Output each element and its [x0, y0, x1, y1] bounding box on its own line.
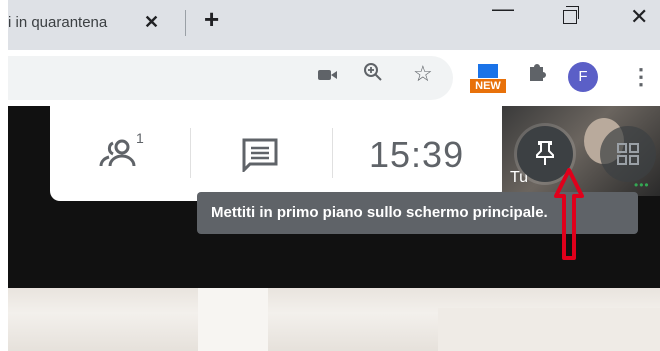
bookmark-star-icon[interactable]: ☆ [413, 61, 433, 87]
address-bar[interactable] [8, 56, 453, 100]
puzzle-icon[interactable] [526, 61, 548, 89]
meeting-info-panel: 1 15:39 [50, 106, 502, 201]
chat-icon[interactable] [242, 138, 278, 172]
new-tab-button[interactable]: + [204, 4, 219, 35]
panel-separator [190, 128, 191, 178]
zoom-in-icon[interactable] [363, 62, 383, 88]
window-close-button[interactable]: ✕ [630, 4, 648, 30]
meeting-clock: 15:39 [369, 134, 465, 175]
profile-avatar[interactable]: F [568, 62, 598, 92]
photo-highlight [198, 288, 268, 351]
browser-toolbar: ☆ NEW F ⋮ [8, 50, 660, 107]
restore-button[interactable] [563, 6, 579, 24]
background-photo [8, 288, 660, 351]
browser-tabstrip: i in quarantena ✕ + — ✕ [8, 0, 660, 50]
photo-shelf [438, 308, 660, 351]
browser-tab[interactable]: i in quarantena ✕ [8, 6, 178, 50]
pin-tooltip-text: Mettiti in primo piano sullo schermo pri… [211, 204, 548, 221]
minimize-button[interactable]: — [492, 0, 514, 22]
new-badge: NEW [470, 79, 506, 93]
panel-separator [332, 128, 333, 178]
tab-separator [185, 10, 186, 36]
tab-title: i in quarantena [8, 14, 108, 31]
people-count: 1 [136, 130, 144, 146]
browser-menu-icon[interactable]: ⋮ [630, 64, 652, 90]
audio-indicator: ••• [634, 178, 650, 192]
new-extension-icon[interactable]: NEW [470, 64, 506, 94]
layout-button[interactable] [600, 126, 656, 182]
extension-arrow-icon [478, 64, 498, 78]
annotation-arrow-icon [554, 168, 584, 260]
grid-icon [617, 143, 639, 165]
pin-icon [536, 141, 554, 165]
tab-close-icon[interactable]: ✕ [144, 12, 159, 33]
people-icon[interactable] [98, 134, 138, 174]
